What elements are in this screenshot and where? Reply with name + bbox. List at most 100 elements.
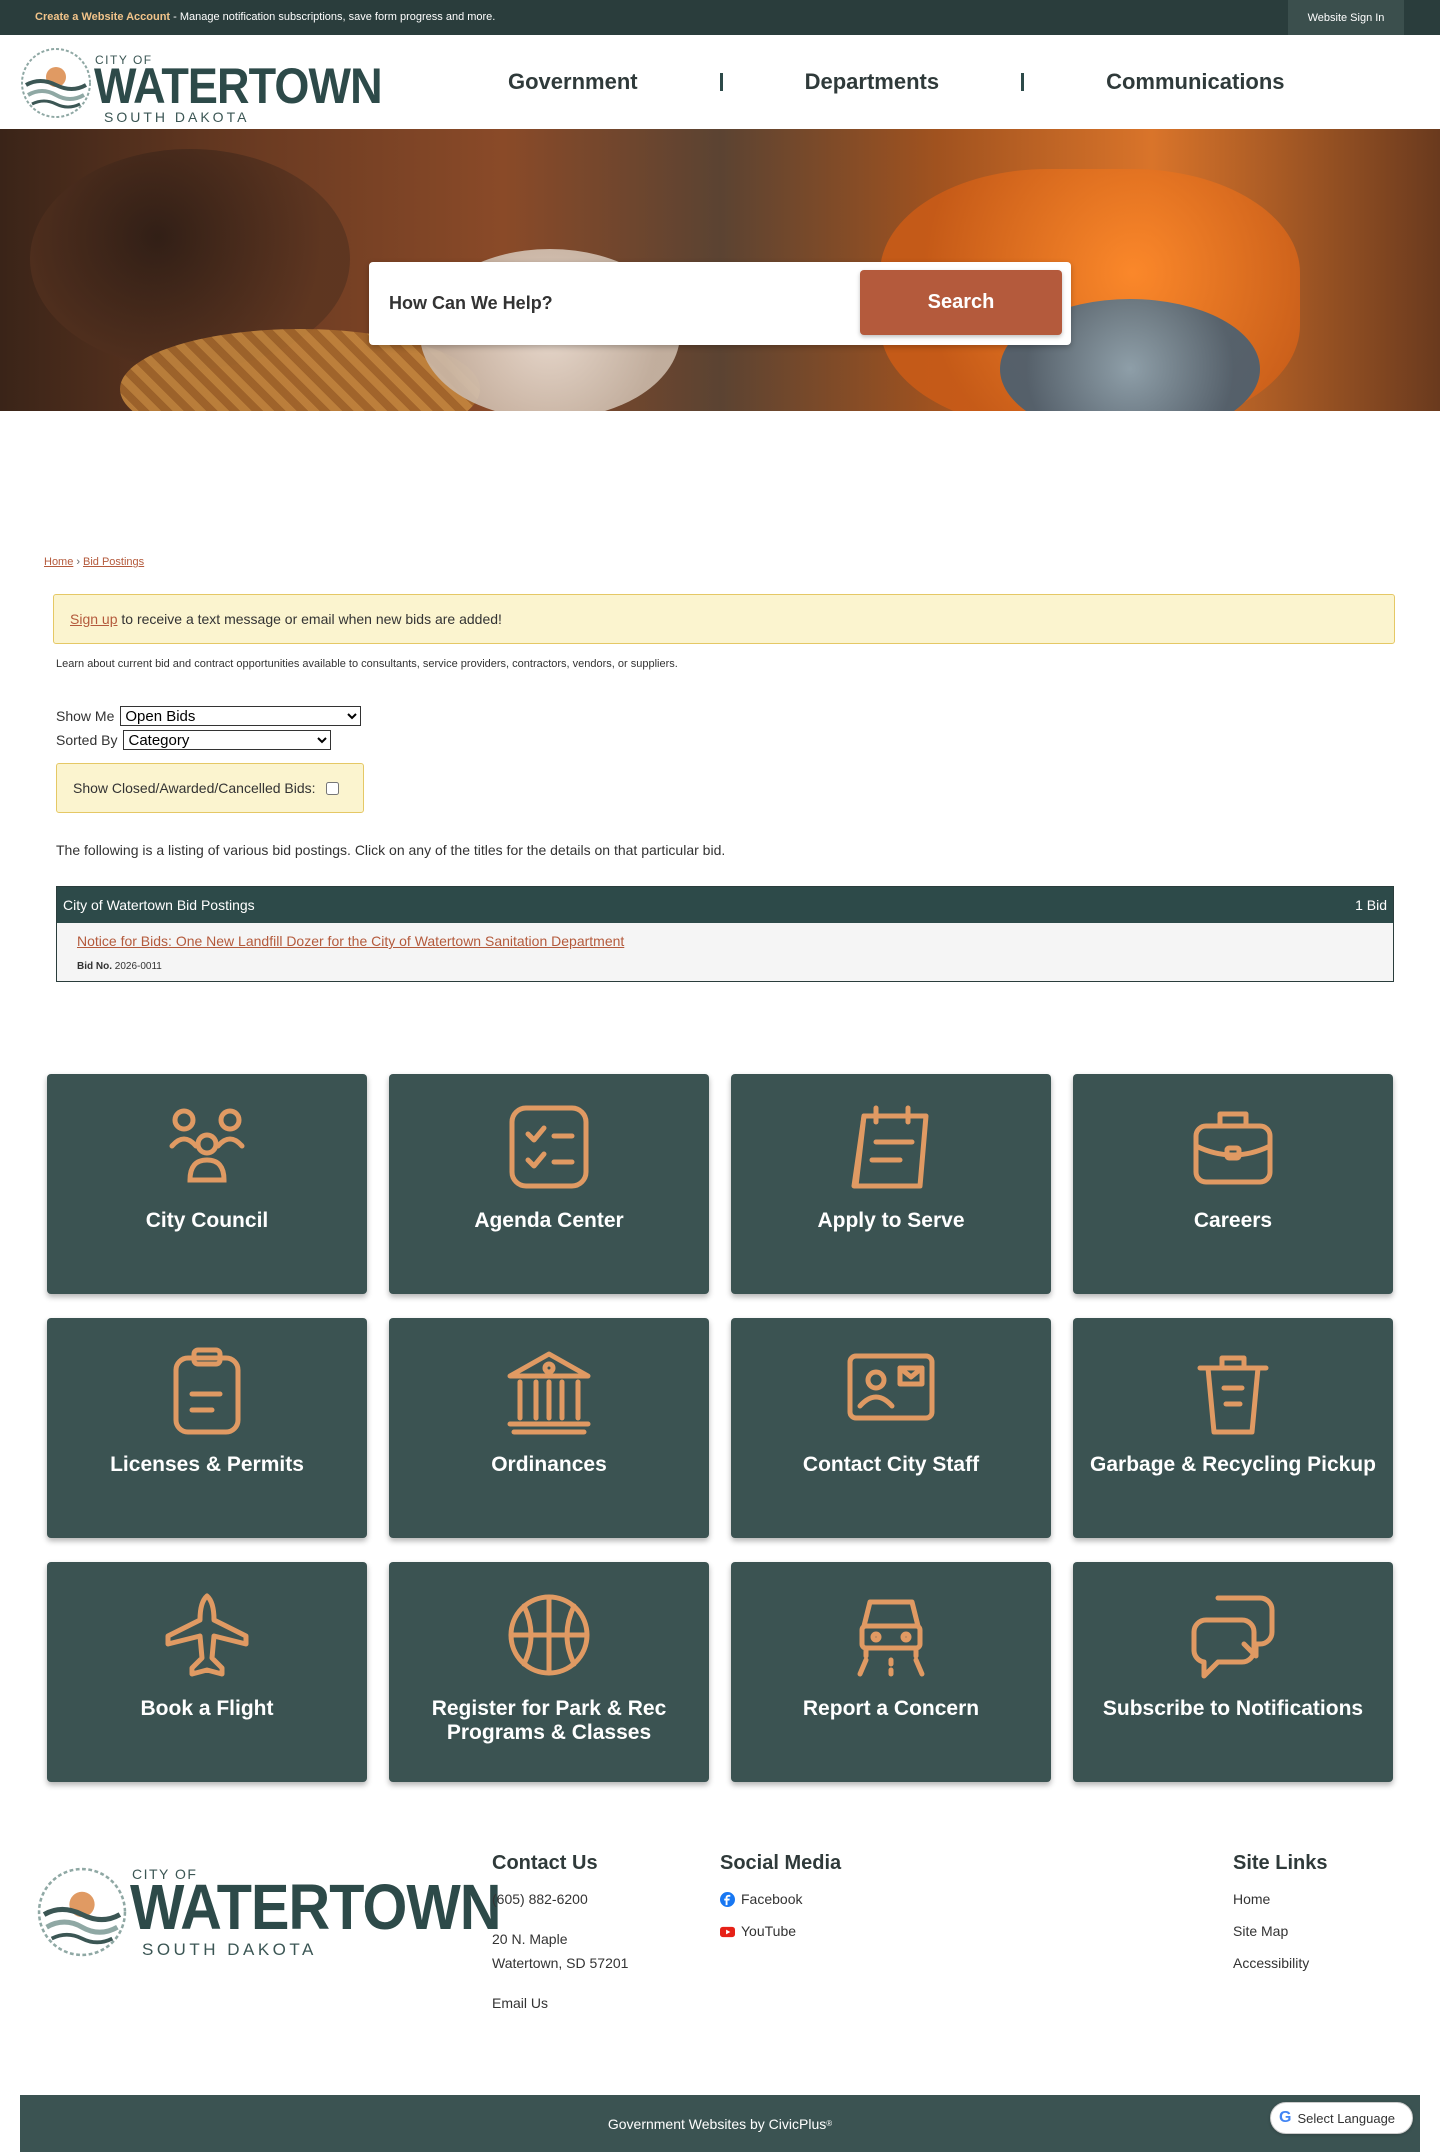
- footer-social: Social Media Facebook YouTube: [720, 1852, 841, 1955]
- tile-licenses-permits[interactable]: Licenses & Permits: [47, 1318, 367, 1538]
- search-box: Search: [369, 262, 1071, 345]
- tile-label: Agenda Center: [474, 1209, 624, 1232]
- footer-link-accessibility[interactable]: Accessibility: [1233, 1955, 1327, 1971]
- account-notice[interactable]: Create a Website Account - Manage notifi…: [35, 11, 495, 23]
- nav-departments[interactable]: Departments: [777, 69, 967, 95]
- show-closed-checkbox[interactable]: [325, 781, 339, 795]
- website-sign-in-button[interactable]: Website Sign In: [1288, 0, 1404, 35]
- site-footer: CITY OF WATERTOWN SOUTH DAKOTA Contact U…: [0, 1830, 1440, 2090]
- registered-mark: ®: [826, 2119, 833, 2128]
- logo-emblem-icon: [37, 1867, 127, 1957]
- youtube-label: YouTube: [741, 1923, 797, 1939]
- tile-careers[interactable]: Careers: [1073, 1074, 1393, 1294]
- tile-park-rec[interactable]: Register for Park & Rec Programs & Class…: [389, 1562, 709, 1782]
- nav-separator: [719, 73, 723, 91]
- footer-link-site-map[interactable]: Site Map: [1233, 1923, 1327, 1939]
- footer-site-links: Site Links Home Site Map Accessibility: [1233, 1852, 1327, 1987]
- facebook-link[interactable]: Facebook: [720, 1891, 841, 1907]
- civicplus-link[interactable]: Government Websites by CivicPlus: [608, 2116, 826, 2132]
- nav-separator: [1021, 73, 1025, 91]
- footer-contact-heading: Contact Us: [492, 1852, 598, 1874]
- youtube-link[interactable]: YouTube: [720, 1923, 841, 1939]
- show-closed-label: Show Closed/Awarded/Cancelled Bids:: [73, 780, 316, 796]
- clipboard-icon: [173, 1347, 241, 1435]
- signup-alert: Sign up to receive a text message or ema…: [53, 594, 1395, 644]
- tile-contact-city-staff[interactable]: Contact City Staff: [731, 1318, 1051, 1538]
- logo-state: SOUTH DAKOTA: [104, 109, 250, 125]
- show-me-row: Show Me Open Bids: [56, 706, 362, 726]
- create-account-link[interactable]: Create a Website Account: [35, 11, 170, 23]
- sign-up-link[interactable]: Sign up: [70, 611, 117, 627]
- tile-label: Book a Flight: [140, 1697, 274, 1720]
- footer-logo-name: WATERTOWN: [130, 1871, 501, 1943]
- tile-city-council[interactable]: City Council: [47, 1074, 367, 1294]
- tile-apply-to-serve[interactable]: Apply to Serve: [731, 1074, 1051, 1294]
- breadcrumb-separator: ›: [76, 556, 81, 568]
- tile-label: Careers: [1193, 1209, 1273, 1232]
- trash-can-icon: [1197, 1355, 1269, 1435]
- tile-agenda-center[interactable]: Agenda Center: [389, 1074, 709, 1294]
- briefcase-icon: [1193, 1111, 1273, 1185]
- nav-communications[interactable]: Communications: [1078, 69, 1312, 95]
- table-row: Notice for Bids: One New Landfill Dozer …: [57, 923, 1393, 981]
- facebook-label: Facebook: [741, 1891, 803, 1907]
- main-nav: Government Departments Communications: [480, 35, 1313, 129]
- tile-book-a-flight[interactable]: Book a Flight: [47, 1562, 367, 1782]
- show-me-select[interactable]: Open Bids: [120, 706, 362, 726]
- facebook-icon: [720, 1891, 735, 1907]
- account-notice-text: - Manage notification subscriptions, sav…: [170, 11, 496, 23]
- main-content: Home › Bid Postings Sign up to receive a t…: [20, 528, 1420, 1028]
- people-icon: [169, 1108, 245, 1183]
- footer-social-heading: Social Media: [720, 1852, 842, 1874]
- search-input[interactable]: [389, 282, 869, 324]
- bid-table-title: City of Watertown Bid Postings: [63, 897, 255, 913]
- tile-label: Apply to Serve: [817, 1209, 965, 1232]
- tile-subscribe-notifications[interactable]: Subscribe to Notifications: [1073, 1562, 1393, 1782]
- bid-table-header: City of Watertown Bid Postings 1 Bid: [57, 887, 1393, 923]
- tile-label: Register for Park & Rec Programs & Class…: [431, 1697, 667, 1745]
- basketball-icon: [508, 1594, 590, 1676]
- footer-link-home[interactable]: Home: [1233, 1891, 1327, 1907]
- contact-card-icon: [847, 1353, 935, 1421]
- google-icon: G: [1279, 2109, 1292, 2126]
- checklist-icon: [509, 1105, 589, 1189]
- top-utility-bar: Create a Website Account - Manage notifi…: [0, 0, 1440, 35]
- bid-table: City of Watertown Bid Postings 1 Bid Not…: [56, 886, 1394, 982]
- bid-title-link[interactable]: Notice for Bids: One New Landfill Dozer …: [77, 933, 624, 949]
- footer-phone[interactable]: (605) 882-6200: [492, 1891, 628, 1907]
- tile-label: Contact City Staff: [802, 1453, 980, 1476]
- tile-report-concern[interactable]: Report a Concern: [731, 1562, 1051, 1782]
- tile-label: Subscribe to Notifications: [1102, 1697, 1364, 1720]
- site-logo[interactable]: CITY OF WATERTOWN SOUTH DAKOTA: [18, 45, 383, 125]
- government-building-icon: [507, 1351, 591, 1435]
- breadcrumb-home[interactable]: Home: [44, 556, 73, 568]
- airplane-icon: [165, 1593, 249, 1677]
- show-me-label: Show Me: [56, 708, 115, 724]
- footer-logo-state: SOUTH DAKOTA: [142, 1940, 317, 1959]
- footer-email-link[interactable]: Email Us: [492, 1995, 628, 2011]
- nav-government[interactable]: Government: [480, 69, 666, 95]
- bid-number: Bid No. 2026-0011: [77, 961, 1373, 972]
- breadcrumb: Home › Bid Postings: [44, 556, 144, 568]
- sorted-by-label: Sorted By: [56, 732, 118, 748]
- chat-bubbles-icon: [1191, 1595, 1275, 1679]
- footer-site-links-heading: Site Links: [1233, 1852, 1328, 1874]
- logo-name: WATERTOWN: [94, 58, 383, 114]
- footer-contact: Contact Us (605) 882-6200 20 N. Maple Wa…: [492, 1852, 628, 2019]
- footer-address-line-2: Watertown, SD 57201: [492, 1955, 629, 1971]
- logo-emblem-icon: [21, 48, 91, 118]
- language-selector[interactable]: G Select Language: [1270, 2102, 1413, 2134]
- tile-label: Ordinances: [491, 1453, 607, 1476]
- sorted-by-select[interactable]: Category: [123, 730, 332, 750]
- civicplus-bar: Government Websites by CivicPlus ®: [20, 2095, 1420, 2152]
- footer-logo[interactable]: CITY OF WATERTOWN SOUTH DAKOTA: [34, 1864, 501, 1964]
- calendar-form-icon: [851, 1105, 929, 1189]
- language-label: Select Language: [1297, 2110, 1396, 2126]
- search-button[interactable]: Search: [860, 270, 1062, 335]
- tile-label: City Council: [145, 1209, 269, 1232]
- tile-garbage-recycling[interactable]: Garbage & Recycling Pickup: [1073, 1318, 1393, 1538]
- tile-ordinances[interactable]: Ordinances: [389, 1318, 709, 1538]
- show-closed-box: Show Closed/Awarded/Cancelled Bids:: [56, 763, 364, 813]
- sorted-by-row: Sorted By Category: [56, 730, 332, 750]
- breadcrumb-bid-postings[interactable]: Bid Postings: [83, 556, 144, 568]
